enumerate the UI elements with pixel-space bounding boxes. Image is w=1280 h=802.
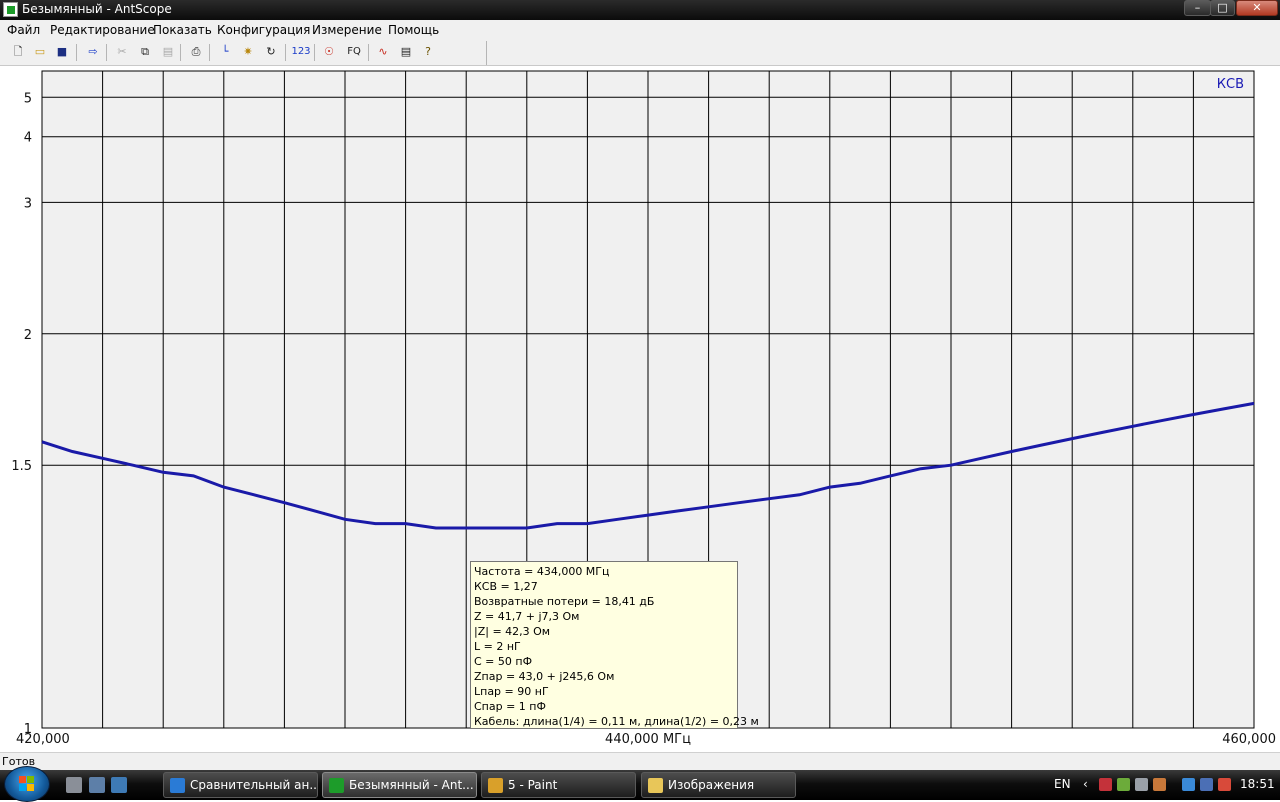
- quicklaunch-screen-icon[interactable]: [111, 777, 127, 793]
- y-tick-label: 5: [24, 91, 32, 106]
- maximize-button[interactable]: □: [1210, 0, 1235, 16]
- taskbar-item-label: Безымянный - Ant...: [349, 778, 474, 792]
- tooltip-parallel-capacitance: Cпар = 1 пФ: [474, 700, 546, 713]
- cut-icon[interactable]: ✂: [113, 43, 131, 61]
- swr-chart-area[interactable]: 1 1.5 2 3 4 5 420,000 440,000 МГц 460,000 КСВ Ч…: [0, 66, 1280, 752]
- numeric-view-icon[interactable]: 123: [291, 43, 311, 61]
- tooltip-return-loss: Возвратные потери = 18,41 дБ: [474, 595, 655, 608]
- menu-configuration[interactable]: Конфигурация: [217, 23, 310, 37]
- toolbar-separator: [314, 44, 315, 61]
- antscope-icon: [329, 778, 344, 793]
- help-icon[interactable]: ?: [419, 43, 437, 61]
- network-alert-icon[interactable]: [1099, 778, 1112, 791]
- taskbar-item-images-folder[interactable]: Изображения: [641, 772, 796, 798]
- tray-expand-icon[interactable]: ‹: [1083, 777, 1088, 791]
- chart-graph-icon[interactable]: └: [216, 43, 234, 61]
- toolbar: 🗋 ▭ ■ ⇨ ✂ ⧉ ▤ ⎙ └ ✷ ↻ 123 ☉ FQ ∿ ▤ ?: [0, 40, 1280, 66]
- menu-view[interactable]: Показать: [153, 23, 212, 37]
- taskbar-item-label: Изображения: [668, 778, 755, 792]
- tooltip-swr: КСВ = 1,27: [474, 580, 538, 593]
- toolbar-separator: [285, 44, 286, 61]
- new-file-icon[interactable]: 🗋: [9, 43, 27, 61]
- export-icon[interactable]: ⇨: [84, 43, 102, 61]
- y-tick-label: 2: [24, 328, 32, 343]
- internet-explorer-icon: [170, 778, 185, 793]
- tooltip-parallel-inductance: Lпар = 90 нГ: [474, 685, 549, 698]
- quicklaunch-desktop-icon[interactable]: [66, 777, 82, 793]
- x-tick-label: 420,000: [16, 732, 70, 747]
- taskbar-item-label: 5 - Paint: [508, 778, 558, 792]
- waveform-icon[interactable]: ∿: [374, 43, 392, 61]
- tooltip-impedance-magnitude: |Z| = 42,3 Ом: [474, 625, 551, 638]
- toolbar-separator: [368, 44, 369, 61]
- quicklaunch-switch-windows-icon[interactable]: [89, 777, 105, 793]
- y-tick-label: 3: [24, 196, 32, 211]
- close-button[interactable]: ✕: [1236, 0, 1278, 16]
- taskbar-item-label: Сравнительный ан...: [190, 778, 318, 792]
- paint-icon: [488, 778, 503, 793]
- toolbar-separator: [76, 44, 77, 61]
- minimize-button[interactable]: –: [1184, 0, 1211, 16]
- x-tick-label: 460,000: [1222, 732, 1276, 747]
- open-folder-icon[interactable]: ▭: [31, 43, 49, 61]
- toolbar-separator: [209, 44, 210, 61]
- start-button[interactable]: [4, 766, 50, 802]
- y-tick-label: 1.5: [11, 459, 32, 474]
- language-indicator[interactable]: EN: [1054, 777, 1071, 791]
- paste-icon[interactable]: ▤: [159, 43, 177, 61]
- wireless-icon[interactable]: [1117, 778, 1130, 791]
- taskbar: Сравнительный ан... Безымянный - Ant... …: [0, 766, 1280, 802]
- folder-icon: [648, 778, 663, 793]
- battery-icon[interactable]: [1182, 778, 1195, 791]
- series-name-label: КСВ: [1217, 77, 1244, 92]
- y-tick-label: 4: [24, 131, 32, 146]
- status-bar: Готов: [0, 752, 1280, 770]
- menu-help[interactable]: Помощь: [388, 23, 439, 37]
- settings-icon[interactable]: ▤: [397, 43, 415, 61]
- save-icon[interactable]: ■: [53, 43, 71, 61]
- menu-edit[interactable]: Редактирование: [50, 23, 155, 37]
- menu-file[interactable]: Файл: [7, 23, 40, 37]
- windows-logo-icon: [19, 776, 36, 792]
- antenna-scan-icon[interactable]: ☉: [320, 43, 338, 61]
- tooltip-impedance: Z = 41,7 + j7,3 Ом: [474, 610, 580, 623]
- tooltip-frequency: Частота = 434,000 МГц: [474, 565, 610, 578]
- volume-icon[interactable]: [1153, 778, 1166, 791]
- window-title: Безымянный - AntScope: [22, 2, 172, 16]
- marker-star-icon[interactable]: ✷: [239, 43, 257, 61]
- antivirus-icon[interactable]: [1218, 778, 1231, 791]
- marker-tooltip: Частота = 434,000 МГц КСВ = 1,27 Возврат…: [470, 561, 759, 729]
- taskbar-item-paint[interactable]: 5 - Paint: [481, 772, 636, 798]
- tooltip-inductance: L = 2 нГ: [474, 640, 521, 653]
- copy-icon[interactable]: ⧉: [136, 43, 154, 61]
- x-tick-label: 440,000 МГц: [605, 732, 691, 747]
- network-icon[interactable]: [1200, 778, 1213, 791]
- print-icon[interactable]: ⎙: [187, 43, 205, 61]
- device-icon[interactable]: [1135, 778, 1148, 791]
- frequency-icon[interactable]: FQ: [343, 43, 365, 61]
- refresh-icon[interactable]: ↻: [262, 43, 280, 61]
- taskbar-item-antscope[interactable]: Безымянный - Ant...: [322, 772, 477, 798]
- menu-measurement[interactable]: Измерение: [312, 23, 382, 37]
- menu-bar: Файл Редактирование Показать Конфигураци…: [0, 20, 1280, 40]
- clock[interactable]: 18:51: [1240, 777, 1275, 791]
- title-bar: Безымянный - AntScope – □ ✕: [0, 0, 1280, 20]
- antscope-app-icon[interactable]: [3, 2, 18, 17]
- tooltip-capacitance: C = 50 пФ: [474, 655, 533, 668]
- tooltip-parallel-impedance: Zпар = 43,0 + j245,6 Ом: [474, 670, 615, 683]
- toolbar-separator: [106, 44, 107, 61]
- tooltip-cable-length: Кабель: длина(1/4) = 0,11 м, длина(1/2) …: [474, 715, 759, 728]
- toolbar-separator: [180, 44, 181, 61]
- taskbar-item-browser[interactable]: Сравнительный ан...: [163, 772, 318, 798]
